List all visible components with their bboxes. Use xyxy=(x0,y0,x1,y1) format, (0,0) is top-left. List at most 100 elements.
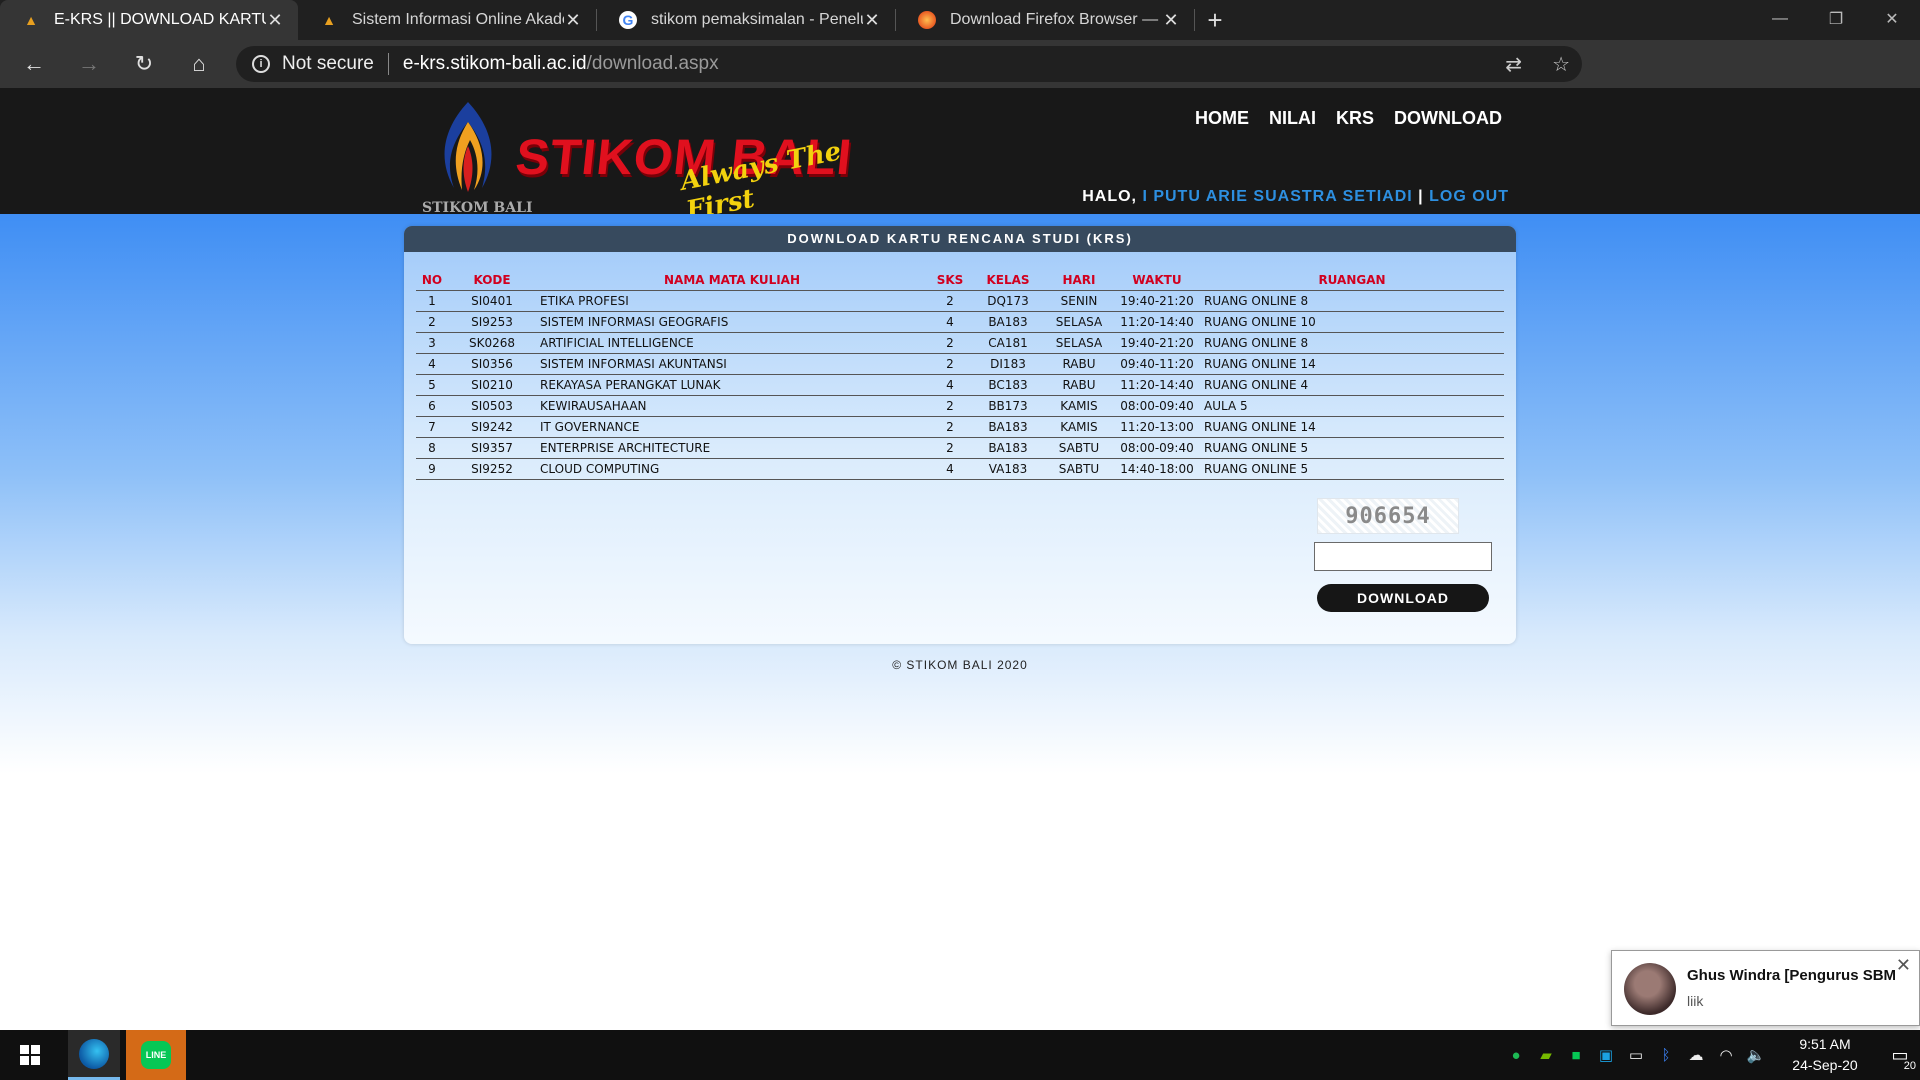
cell-no: 4 xyxy=(416,353,448,375)
col-ruangan: RUANGAN xyxy=(1200,270,1504,291)
chat-notification[interactable]: Ghus Windra [Pengurus SBM... liik ✕ xyxy=(1611,950,1920,1026)
tab-firefox[interactable]: Download Firefox Browser — Fast, Private… xyxy=(896,0,1194,40)
cell-sks: 2 xyxy=(928,437,972,459)
table-row: 1 SI0401 ETIKA PROFESI 2 DQ173 SENIN 19:… xyxy=(416,290,1504,312)
tab-ekrs[interactable]: ▲ E-KRS || DOWNLOAD KARTU RENCANA STUDI … xyxy=(0,0,298,40)
clock[interactable]: 9:51 AM 24-Sep-20 xyxy=(1780,1034,1870,1076)
edge-tray-icon[interactable]: ▣ xyxy=(1594,1046,1618,1064)
sender-avatar xyxy=(1624,963,1676,1015)
cell-kode: SI9253 xyxy=(448,311,536,333)
cell-no: 5 xyxy=(416,374,448,396)
greeting-prefix: HALO, xyxy=(1082,188,1137,205)
cell-no: 6 xyxy=(416,395,448,417)
edge-icon xyxy=(79,1038,109,1069)
nvidia-icon[interactable]: ▰ xyxy=(1534,1046,1558,1064)
cell-nama: ENTERPRISE ARCHITECTURE xyxy=(536,437,928,459)
table-row: 2 SI9253 SISTEM INFORMASI GEOGRAFIS 4 BA… xyxy=(416,311,1504,333)
table-row: 4 SI0356 SISTEM INFORMASI AKUNTANSI 2 DI… xyxy=(416,353,1504,375)
col-no: NO xyxy=(416,270,448,291)
cell-no: 8 xyxy=(416,437,448,459)
logout-link[interactable]: LOG OUT xyxy=(1429,188,1509,205)
cell-ruangan: RUANG ONLINE 5 xyxy=(1200,458,1504,480)
bluetooth-icon[interactable]: ᛒ xyxy=(1654,1047,1678,1064)
close-tab-icon[interactable]: ✕ xyxy=(1162,10,1180,31)
site-header: STIKOM BALI Always The First STIKOM BALI… xyxy=(0,88,1920,226)
stikom-favicon-icon: ▲ xyxy=(24,12,38,28)
line-tray-icon[interactable]: ■ xyxy=(1564,1047,1588,1064)
clock-date: 24-Sep-20 xyxy=(1792,1057,1858,1073)
tab-google[interactable]: G stikom pemaksimalan - Penelusuran Goog… xyxy=(597,0,895,40)
cell-ruangan: RUANG ONLINE 8 xyxy=(1200,332,1504,354)
nav-krs[interactable]: KRS xyxy=(1336,108,1374,129)
nav-nilai[interactable]: NILAI xyxy=(1269,108,1316,129)
cell-kelas: BC183 xyxy=(972,374,1044,396)
stikom-favicon-icon: ▲ xyxy=(322,12,336,28)
panel-title: DOWNLOAD KARTU RENCANA STUDI (KRS) xyxy=(404,226,1516,252)
table-row: 3 SK0268 ARTIFICIAL INTELLIGENCE 2 CA181… xyxy=(416,332,1504,354)
close-tab-icon[interactable]: ✕ xyxy=(266,10,284,31)
col-hari: HARI xyxy=(1044,270,1114,291)
cell-sks: 2 xyxy=(928,332,972,354)
footer-copyright: © STIKOM BALI 2020 xyxy=(892,658,1028,672)
onedrive-icon[interactable]: ☁ xyxy=(1684,1046,1708,1064)
cell-kode: SI0356 xyxy=(448,353,536,375)
cell-hari: RABU xyxy=(1044,374,1114,396)
back-icon[interactable]: ← xyxy=(13,46,55,82)
krs-table: NO KODE NAMA MATA KULIAH SKS KELAS HARI … xyxy=(416,270,1504,480)
notification-center-icon[interactable]: ▭ 20 xyxy=(1880,1030,1920,1080)
site-logo[interactable]: STIKOM BALI Always The First STIKOM BALI xyxy=(420,96,880,226)
forward-icon[interactable]: → xyxy=(68,46,110,82)
restore-icon[interactable]: ❐ xyxy=(1808,0,1864,38)
refresh-icon[interactable]: ↻ xyxy=(123,46,165,82)
cell-kelas: DI183 xyxy=(972,353,1044,375)
favorite-star-icon[interactable]: ☆ xyxy=(1552,52,1570,77)
cell-hari: SELASA xyxy=(1044,311,1114,333)
user-name-link[interactable]: I PUTU ARIE SUASTRA SETIADI xyxy=(1142,188,1412,205)
home-icon[interactable]: ⌂ xyxy=(178,46,220,82)
table-row: 5 SI0210 REKAYASA PERANGKAT LUNAK 4 BC18… xyxy=(416,374,1504,396)
new-tab-button[interactable]: + xyxy=(1195,0,1235,40)
close-window-icon[interactable]: ✕ xyxy=(1864,0,1920,38)
user-greeting: HALO, I PUTU ARIE SUASTRA SETIADI | LOG … xyxy=(1082,188,1509,206)
url-field[interactable]: i Not secure e-krs.stikom-bali.ac.id /do… xyxy=(236,46,1582,82)
line-icon: LINE xyxy=(141,1041,171,1069)
battery-icon[interactable]: ▭ xyxy=(1624,1046,1648,1064)
cell-sks: 2 xyxy=(928,416,972,438)
cell-waktu: 11:20-14:40 xyxy=(1114,311,1200,333)
cell-nama: SISTEM INFORMASI AKUNTANSI xyxy=(536,353,928,375)
cell-waktu: 08:00-09:40 xyxy=(1114,395,1200,417)
nav-download[interactable]: DOWNLOAD xyxy=(1394,108,1502,129)
cell-nama: IT GOVERNANCE xyxy=(536,416,928,438)
cell-sks: 2 xyxy=(928,353,972,375)
system-tray: ● ▰ ■ ▣ ▭ ᛒ ☁ ◠ 🔈 9:51 AM 24-Sep-20 ▭ 20 xyxy=(1504,1030,1920,1080)
download-button[interactable]: DOWNLOAD xyxy=(1317,584,1489,612)
window-controls: — ❐ ✕ xyxy=(1752,0,1920,38)
captcha-input[interactable] xyxy=(1314,542,1492,571)
start-windows-icon[interactable] xyxy=(0,1030,60,1080)
cell-nama: KEWIRAUSAHAAN xyxy=(536,395,928,417)
translate-icon[interactable]: ⇄ xyxy=(1505,52,1522,77)
nav-home[interactable]: HOME xyxy=(1195,108,1249,129)
spotify-icon[interactable]: ● xyxy=(1504,1047,1528,1064)
close-tab-icon[interactable]: ✕ xyxy=(863,10,881,31)
wifi-icon[interactable]: ◠ xyxy=(1714,1046,1738,1064)
cell-hari: SABTU xyxy=(1044,458,1114,480)
cell-ruangan: RUANG ONLINE 5 xyxy=(1200,437,1504,459)
cell-ruangan: RUANG ONLINE 10 xyxy=(1200,311,1504,333)
cell-sks: 4 xyxy=(928,374,972,396)
volume-icon[interactable]: 🔈 xyxy=(1744,1046,1768,1064)
info-icon[interactable]: i xyxy=(252,55,270,73)
url-path: /download.aspx xyxy=(586,53,719,74)
line-taskbar-icon[interactable]: LINE xyxy=(126,1030,186,1080)
taskbar: LINE ● ▰ ■ ▣ ▭ ᛒ ☁ ◠ 🔈 9:51 AM 24-Sep-20… xyxy=(0,1030,1920,1080)
cell-hari: KAMIS xyxy=(1044,395,1114,417)
col-waktu: WAKTU xyxy=(1114,270,1200,291)
close-icon[interactable]: ✕ xyxy=(1896,955,1911,976)
cell-sks: 4 xyxy=(928,458,972,480)
close-tab-icon[interactable]: ✕ xyxy=(564,10,582,31)
edge-taskbar-icon[interactable] xyxy=(68,1030,120,1080)
cell-waktu: 11:20-14:40 xyxy=(1114,374,1200,396)
tab-siakad[interactable]: ▲ Sistem Informasi Online Akademik ✕ xyxy=(298,0,596,40)
minimize-icon[interactable]: — xyxy=(1752,0,1808,38)
tab-title: Download Firefox Browser — Fast, Private xyxy=(950,11,1162,28)
